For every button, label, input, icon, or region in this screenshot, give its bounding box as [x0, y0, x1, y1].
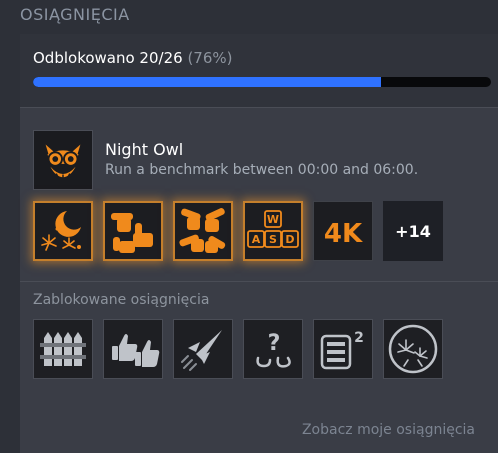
pointing-hands-icon[interactable]: [103, 201, 163, 261]
achievement-progress: Odblokowano 20/26 (76%): [20, 34, 498, 107]
achievements-panel: Odblokowano 20/26 (76%) Night Owl Run a …: [20, 34, 498, 453]
more-achievements-button[interactable]: +14: [383, 201, 443, 261]
question-hook-icon[interactable]: ?: [243, 319, 303, 379]
key-w-label: W: [267, 213, 279, 226]
key-s-label: S: [269, 233, 277, 246]
night-owl-icon[interactable]: [33, 130, 93, 190]
squared-list-icon[interactable]: 2: [313, 319, 373, 379]
question-mark-label: ?: [268, 331, 281, 356]
progress-bar: [33, 77, 491, 87]
progress-text: Odblokowano 20/26 (76%): [33, 49, 233, 67]
section-title: OSIĄGNIĘCIA: [20, 5, 130, 24]
4k-label: 4K: [324, 219, 363, 249]
fireworks-circle-icon[interactable]: [383, 319, 443, 379]
progress-percent: (76%): [187, 49, 233, 67]
fence-icon[interactable]: [33, 319, 93, 379]
key-a-label: A: [252, 233, 261, 246]
progress-bar-fill: [33, 77, 382, 87]
locked-achievements-title: Zablokowane osiągnięcia: [33, 292, 210, 308]
wasd-keys-icon[interactable]: W A S D: [243, 201, 303, 261]
pointing-fingers-icon[interactable]: [173, 201, 233, 261]
superscript-label: 2: [354, 330, 364, 346]
featured-title: Night Owl: [105, 140, 184, 159]
divider: [20, 107, 498, 108]
thumbs-up-icon[interactable]: [103, 319, 163, 379]
divider: [20, 281, 498, 282]
progress-label: Odblokowano 20/26: [33, 49, 183, 67]
spaceship-icon[interactable]: [173, 319, 233, 379]
featured-description: Run a benchmark between 00:00 and 06:00.: [105, 162, 419, 178]
moon-fireworks-icon[interactable]: [33, 201, 93, 261]
view-my-achievements-link[interactable]: Zobacz moje osiągnięcia: [302, 422, 475, 438]
4k-icon[interactable]: 4K: [313, 201, 373, 261]
key-d-label: D: [285, 233, 294, 246]
